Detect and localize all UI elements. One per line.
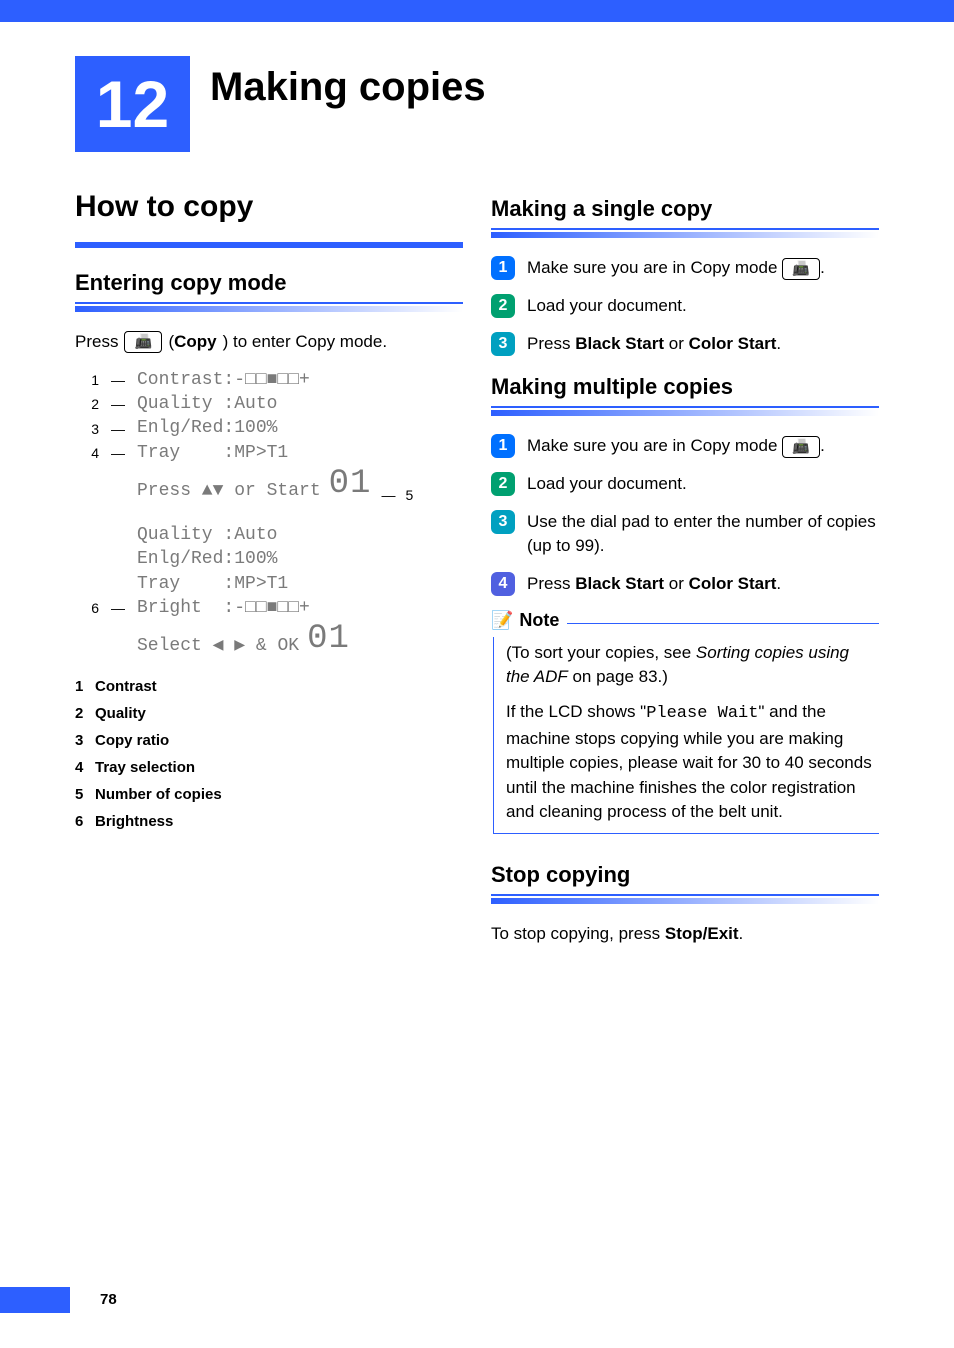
section-how-to-copy: How to copy xyxy=(75,190,463,234)
page-number: 78 xyxy=(100,1291,117,1308)
page-tab xyxy=(0,1287,70,1313)
subsection-entering-copy-mode: Entering copy mode xyxy=(75,270,463,296)
subsection-single-copy: Making a single copy xyxy=(491,196,879,222)
chapter-title: Making copies xyxy=(210,65,486,110)
text: (Copy xyxy=(168,330,216,354)
step-badge-2: 2 xyxy=(491,472,515,496)
copy-key-icon: 📠 xyxy=(782,436,820,458)
step-4: 4 Press Black Start or Color Start. xyxy=(491,572,879,596)
subsection-rule xyxy=(491,894,879,896)
lcd-line: Contrast:-□□■□□+ xyxy=(137,368,310,392)
section-rule xyxy=(75,242,463,248)
note-icon: 📝 xyxy=(491,610,513,631)
step-2: 2 Load your document. xyxy=(491,294,879,318)
legend-item: 6Brightness xyxy=(75,813,463,830)
note-label: Note xyxy=(519,610,559,631)
step-text: Make sure you are in Copy mode 📠. xyxy=(527,434,879,458)
chapter-number: 12 xyxy=(96,66,169,142)
lcd-count: 01 xyxy=(307,620,350,658)
subsection-fade xyxy=(491,410,879,416)
subsection-rule xyxy=(491,228,879,230)
subsection-rule xyxy=(75,302,463,304)
lcd-count: 01 xyxy=(329,465,372,503)
callout-4: 4 xyxy=(85,445,99,461)
step-text: Load your document. xyxy=(527,472,879,496)
callout-6: 6 xyxy=(85,600,99,616)
step-3: 3 Use the dial pad to enter the number o… xyxy=(491,510,879,558)
callout-5: 5 xyxy=(405,487,419,503)
legend-item: 1Contrast xyxy=(75,678,463,695)
legend-item: 5Number of copies xyxy=(75,786,463,803)
lcd-line: Bright :-□□■□□+ xyxy=(137,596,310,620)
stop-copy-text: To stop copying, press Stop/Exit. xyxy=(491,922,879,946)
lcd-display-1: 1 — Contrast:-□□■□□+ 2 — Quality :Auto 3… xyxy=(85,368,463,503)
note-block: 📝 Note (To sort your copies, see Sorting… xyxy=(491,610,879,834)
lcd-line: Tray :MP>T1 xyxy=(137,572,288,596)
press-copy-instruction: Press 📠 (Copy ) to enter Copy mode. xyxy=(75,330,463,354)
copy-key-icon: 📠 xyxy=(782,258,820,280)
header-bar xyxy=(0,0,954,22)
lcd-line: Enlg/Red:100% xyxy=(137,547,277,571)
step-3: 3 Press Black Start or Color Start. xyxy=(491,332,879,356)
step-badge-3: 3 xyxy=(491,510,515,534)
text: ) to enter Copy mode. xyxy=(223,330,387,354)
lcd-display-2: Quality :Auto Enlg/Red:100% Tray :MP>T1 … xyxy=(85,523,463,658)
note-rule xyxy=(567,623,879,624)
callout-3: 3 xyxy=(85,421,99,437)
step-text: Press Black Start or Color Start. xyxy=(527,572,879,596)
step-badge-3: 3 xyxy=(491,332,515,356)
lcd-line: Quality :Auto xyxy=(137,523,277,547)
lcd-footer: Select ◀ ▶ & OK xyxy=(137,634,299,658)
step-text: Press Black Start or Color Start. xyxy=(527,332,879,356)
subsection-fade xyxy=(491,898,879,904)
subsection-rule xyxy=(491,406,879,408)
lcd-footer: Press ▲▼ or Start xyxy=(137,479,321,503)
step-text: Load your document. xyxy=(527,294,879,318)
subsection-multiple-copies: Making multiple copies xyxy=(491,374,879,400)
subsection-stop-copying: Stop copying xyxy=(491,862,879,888)
lcd-line: Enlg/Red:100% xyxy=(137,416,277,440)
subsection-fade xyxy=(491,232,879,238)
callout-2: 2 xyxy=(85,396,99,412)
lcd-line: Tray :MP>T1 xyxy=(137,441,288,465)
text: Press xyxy=(75,330,118,354)
step-1: 1 Make sure you are in Copy mode 📠. xyxy=(491,256,879,280)
note-body: (To sort your copies, see Sorting copies… xyxy=(493,637,879,834)
copy-key-icon: 📠 xyxy=(124,331,162,353)
step-badge-1: 1 xyxy=(491,434,515,458)
legend-item: 4Tray selection xyxy=(75,759,463,776)
step-badge-2: 2 xyxy=(491,294,515,318)
step-2: 2 Load your document. xyxy=(491,472,879,496)
step-badge-4: 4 xyxy=(491,572,515,596)
callout-1: 1 xyxy=(85,372,99,388)
callout-legend: 1Contrast 2Quality 3Copy ratio 4Tray sel… xyxy=(75,678,463,830)
step-text: Use the dial pad to enter the number of … xyxy=(527,510,879,558)
step-text: Make sure you are in Copy mode 📠. xyxy=(527,256,879,280)
right-column: Making a single copy 1 Make sure you are… xyxy=(491,190,879,960)
step-1: 1 Make sure you are in Copy mode 📠. xyxy=(491,434,879,458)
left-column: How to copy Entering copy mode Press 📠 (… xyxy=(75,190,463,960)
legend-item: 2Quality xyxy=(75,705,463,722)
step-badge-1: 1 xyxy=(491,256,515,280)
lcd-line: Quality :Auto xyxy=(137,392,277,416)
chapter-number-box: 12 xyxy=(75,56,190,152)
legend-item: 3Copy ratio xyxy=(75,732,463,749)
subsection-fade xyxy=(75,306,463,312)
